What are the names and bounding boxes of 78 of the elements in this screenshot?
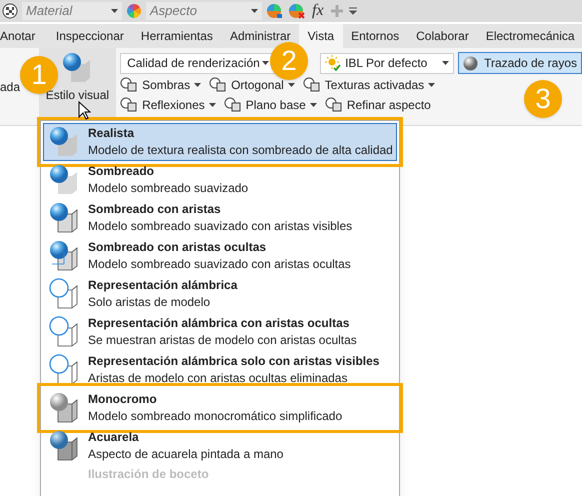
color-wheel-icon[interactable] (288, 3, 306, 19)
caret-icon (194, 83, 202, 87)
ribbon-tab[interactable]: Colaborar (408, 24, 478, 48)
ribbon-tool-button[interactable]: Reflexiones (120, 96, 216, 114)
ribbon-tab[interactable]: Anotar (0, 24, 48, 48)
sphere-icon (463, 56, 478, 70)
visual-style-icon (48, 240, 80, 272)
menu-item-title: Realista (88, 125, 136, 142)
visual-style-icon (48, 430, 80, 462)
tool-icon (224, 97, 242, 113)
menu-item-title: Sombreado con aristas ocultas (88, 239, 268, 256)
color-wheel-icon[interactable] (266, 3, 284, 19)
menu-item[interactable]: Sombreado con aristas Modelo sombreado suavizado con aristas visibles (43, 199, 397, 237)
tool-icon (120, 97, 138, 113)
menu-item[interactable]: Sombreado Modelo sombreado suavizado (43, 161, 397, 199)
menu-item[interactable]: Sombreado con aristas ocultas Modelo sombreado suavizado con aristas ocultas (43, 237, 397, 275)
menu-item-description: Modelo sombreado monocromático simplificado (88, 408, 342, 425)
menu-item-title: Acuarela (88, 429, 140, 446)
appearance-field[interactable]: Aspecto (146, 2, 262, 20)
menu-item[interactable]: Representación alámbrica solo con aristas visibles Aristas de modelo con aristas ocultas eliminadas (43, 351, 397, 389)
ribbon-tab[interactable]: Herramientas (132, 24, 222, 48)
caret-icon (288, 83, 295, 87)
menu-item[interactable]: Representación alámbrica Solo aristas de modelo (43, 275, 397, 313)
lighting-dropdown[interactable]: IBL Por defecto (320, 52, 454, 74)
visual-style-icon (48, 278, 80, 310)
sun-icon (325, 55, 342, 71)
caret-icon (262, 61, 270, 65)
menu-item[interactable]: Monocromo Modelo sombreado monocromático simplificado (43, 389, 397, 427)
menu-item-description: Se muestran aristas de modelo con aristas ocultas (88, 332, 357, 349)
caret-icon (208, 103, 216, 107)
color-wheel-icon[interactable] (126, 3, 142, 19)
menu-item-title: Sombreado con aristas (88, 201, 222, 218)
menu-item-description: Modelo de textura realista con sombreado de alta calidad (88, 142, 393, 159)
menu-item-title: Sombreado (88, 163, 156, 180)
ribbon-tab[interactable]: Electromecánica (477, 24, 582, 48)
menu-item-title: Ilustración de boceto (88, 466, 209, 483)
menu-item[interactable]: Representación alámbrica con aristas ocultas Se muestran aristas de modelo con aristas ocultas (43, 313, 397, 351)
visual-style-icon (48, 164, 80, 196)
tool-icon (324, 97, 343, 113)
menu-item-description: Aristas de modelo con aristas ocultas eliminadas (88, 370, 348, 387)
visual-style-icon (48, 354, 80, 386)
menu-item-title: Representación alámbrica con aristas ocultas (88, 315, 350, 332)
menu-item-title: Monocromo (88, 391, 158, 408)
menu-item-description: Modelo sombreado suavizado con aristas visibles (88, 218, 352, 235)
tool-icon (302, 77, 321, 93)
tool-icon (120, 77, 138, 93)
ribbon-tab[interactable]: Entornos (342, 24, 408, 48)
menu-item-title: Representación alámbrica (88, 277, 238, 294)
caret-icon (251, 9, 258, 13)
visual-style-icon (48, 316, 80, 348)
caret-icon (442, 61, 450, 65)
caret-icon (428, 83, 436, 87)
ribbon-tool-button[interactable]: Texturas activadas (302, 76, 436, 94)
menu-item-description: Solo aristas de modelo (88, 294, 212, 311)
visual-style-icon (48, 392, 80, 424)
visual-style-icon (48, 126, 80, 158)
ribbon-tab[interactable]: Inspeccionar (47, 24, 132, 48)
menu-item-description: Modelo sombreado suavizado (88, 180, 248, 197)
ribbon-tab[interactable]: Vista (299, 24, 343, 48)
caret-icon (111, 9, 118, 13)
menu-item-title: Representación alámbrica solo con aristas visibles (88, 353, 380, 370)
checker-icon (2, 3, 18, 19)
formula-button[interactable]: fx (310, 0, 326, 23)
customize-icon[interactable] (348, 6, 358, 16)
tool-icon (209, 77, 228, 93)
ribbon-tool-button[interactable]: Sombras (120, 76, 202, 94)
ribbon-tool-button[interactable]: Refinar aspecto (324, 96, 431, 114)
menu-item[interactable]: Acuarela Aspecto de acuarela pintada a mano (43, 427, 397, 465)
menu-item-description: Modelo sombreado suavizado con aristas ocultas (88, 256, 351, 273)
menu-item-description: Aspecto de acuarela pintada a mano (88, 446, 284, 463)
render-quality-dropdown[interactable]: Calidad de renderización (120, 52, 276, 74)
ray-tracing-button[interactable]: Trazado de rayos (458, 52, 582, 74)
caret-icon (310, 103, 317, 107)
ribbon-tool-button[interactable]: Ortogonal (209, 76, 295, 94)
ribbon-tool-button[interactable]: Plano base (224, 96, 317, 114)
material-field[interactable]: Material (22, 2, 122, 20)
ribbon-label: ada (0, 78, 20, 96)
visual-style-icon (48, 202, 80, 234)
